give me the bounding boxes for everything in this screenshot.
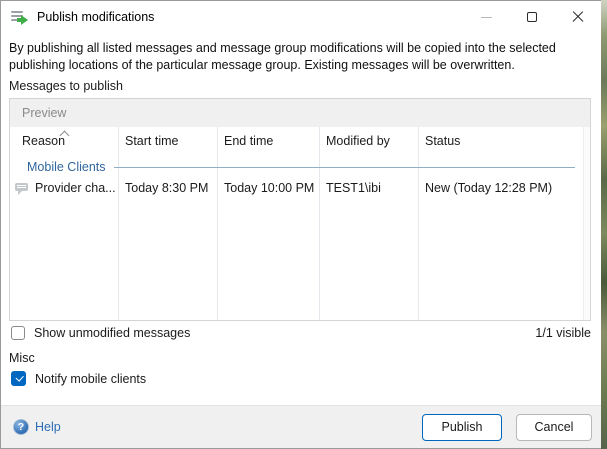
preview-label: Preview xyxy=(22,106,66,120)
group-divider-line xyxy=(114,167,575,168)
notify-mobile-clients-label: Notify mobile clients xyxy=(35,372,146,386)
publish-modifications-dialog: Publish modifications By publishing all … xyxy=(0,0,602,449)
footer-bar: ? Help Publish Cancel xyxy=(1,405,601,448)
publish-icon xyxy=(11,10,28,25)
cell-reason: Provider cha... xyxy=(35,181,116,195)
column-header-reason[interactable]: Reason xyxy=(10,127,118,154)
group-label: Mobile Clients xyxy=(27,160,106,174)
messages-table[interactable]: Preview Reason Start time End time Modif… xyxy=(9,98,591,321)
cell-modified-by: TEST1\ibi xyxy=(319,181,418,195)
cell-end-time: Today 10:00 PM xyxy=(217,181,319,195)
show-unmodified-label: Show unmodified messages xyxy=(34,326,190,340)
message-icon xyxy=(15,182,30,195)
visible-count: 1/1 visible xyxy=(535,326,591,340)
preview-band: Preview xyxy=(10,99,590,127)
minimize-icon xyxy=(481,17,492,18)
help-icon: ? xyxy=(13,419,29,435)
column-header-modified-by[interactable]: Modified by xyxy=(319,127,418,154)
dialog-description: By publishing all listed messages and me… xyxy=(9,40,595,73)
minimize-button xyxy=(463,1,509,33)
cell-status: New (Today 12:28 PM) xyxy=(418,181,582,195)
cell-start-time: Today 8:30 PM xyxy=(118,181,217,195)
title-bar: Publish modifications xyxy=(1,1,601,33)
publish-button[interactable]: Publish xyxy=(422,414,502,441)
messages-to-publish-label: Messages to publish xyxy=(9,79,123,93)
cancel-button[interactable]: Cancel xyxy=(516,414,592,441)
column-header-status[interactable]: Status xyxy=(418,127,582,154)
close-icon xyxy=(572,11,584,23)
vertical-scrollbar[interactable] xyxy=(583,127,590,320)
help-label: Help xyxy=(35,420,61,434)
desktop-background-sliver xyxy=(601,0,607,449)
window-title: Publish modifications xyxy=(37,10,154,24)
maximize-icon xyxy=(527,12,537,22)
help-link[interactable]: ? Help xyxy=(13,419,61,435)
show-unmodified-checkbox[interactable] xyxy=(11,326,25,340)
sort-ascending-icon xyxy=(61,130,68,137)
table-row[interactable]: Provider cha... Today 8:30 PM Today 10:0… xyxy=(10,177,582,199)
close-button[interactable] xyxy=(555,1,601,33)
group-row-mobile-clients[interactable]: Mobile Clients xyxy=(10,157,582,177)
notify-mobile-clients-checkbox[interactable] xyxy=(11,371,26,386)
column-header-start-time[interactable]: Start time xyxy=(118,127,217,154)
table-header-row: Reason Start time End time Modified by S… xyxy=(10,127,582,154)
misc-label: Misc xyxy=(9,351,35,365)
column-header-end-time[interactable]: End time xyxy=(217,127,319,154)
maximize-button[interactable] xyxy=(509,1,555,33)
